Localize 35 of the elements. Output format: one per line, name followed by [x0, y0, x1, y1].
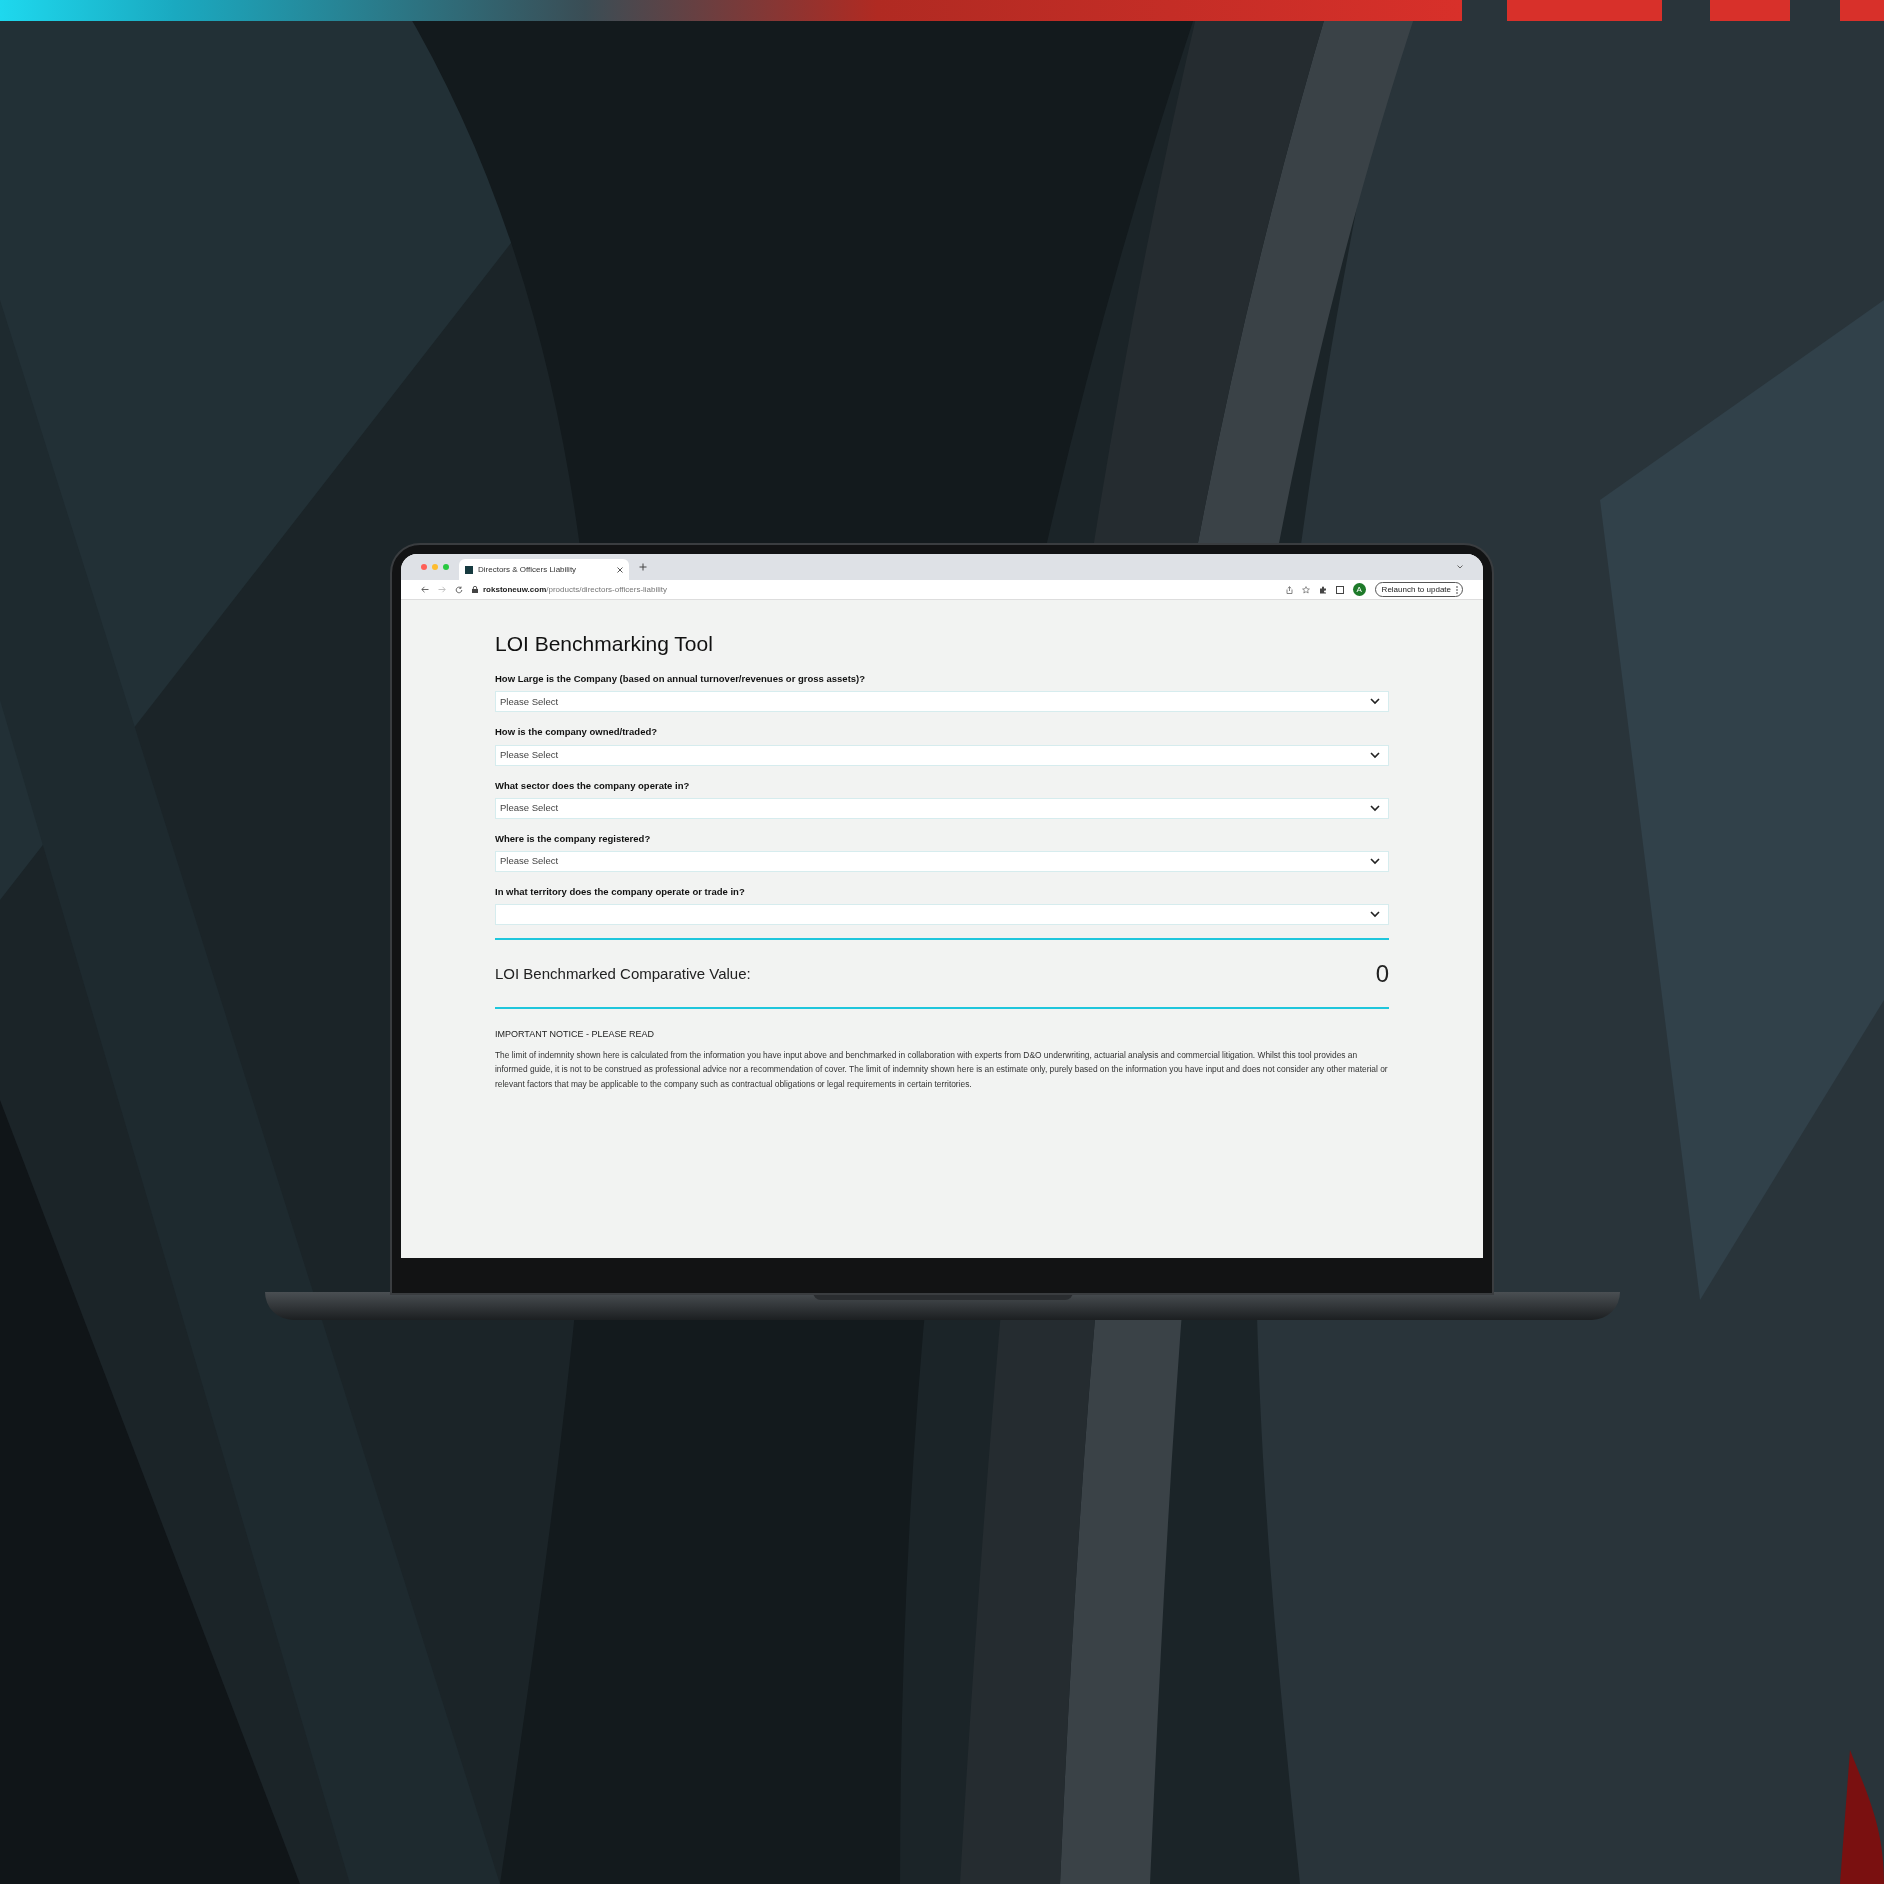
- new-tab-icon[interactable]: [639, 563, 647, 571]
- question-label: How is the company owned/traded?: [495, 725, 659, 740]
- chevron-down-icon: [1370, 911, 1380, 919]
- notice-heading: IMPORTANT NOTICE - PLEASE READ: [495, 1028, 656, 1042]
- chevron-down-icon: [1370, 751, 1380, 759]
- question-label: In what territory does the company operate or trade in?: [495, 885, 746, 899]
- reload-icon[interactable]: [455, 585, 463, 594]
- chevron-down-icon: [1370, 858, 1380, 865]
- select-field[interactable]: Please Select: [495, 691, 1389, 713]
- question-label: Where is the company registered?: [495, 831, 652, 846]
- page-title: LOI Benchmarking Tool: [495, 633, 714, 654]
- chevron-down-icon: [1370, 698, 1380, 706]
- close-window-icon[interactable]: [421, 564, 427, 570]
- star-icon[interactable]: [1301, 585, 1310, 594]
- profile-avatar[interactable]: A: [1352, 583, 1366, 596]
- select-field[interactable]: Please Select: [495, 797, 1389, 819]
- browser-tab[interactable]: Directors & Officers Liability: [459, 559, 629, 580]
- question-label: What sector does the company operate in?: [495, 778, 691, 793]
- chevron-down-icon: [1370, 804, 1380, 812]
- share-icon[interactable]: [1285, 585, 1293, 594]
- select-field[interactable]: Please Select: [495, 744, 1389, 766]
- side-panel-icon[interactable]: [1335, 585, 1344, 594]
- notice-text: The limit of indemnity shown here is calculated from the information you have input above and benchmarked in collaboration with experts from D&O underwriting, actuarial analysis and commercial litigation. Whilst this tool provides an informed guide, it is not to be construed as professional advice nor a recommendation of cover. The limit of indemnity shown here is an estimate only, purely based on the information you have input and does not consider any other material or relevant factors that may be applicable to the company such as contractual obligations or legal requirements in certain territories.: [495, 1048, 1389, 1091]
- back-icon[interactable]: [421, 586, 429, 593]
- favicon-icon: [465, 565, 473, 574]
- question-label: How Large is the Company (based on annual turnover/revenues or gross assets)?: [495, 672, 867, 686]
- puzzle-icon[interactable]: [1318, 585, 1327, 594]
- result-label: LOI Benchmarked Comparative Value:: [495, 963, 751, 984]
- select-field[interactable]: [495, 904, 1389, 926]
- lock-icon: [472, 586, 478, 593]
- close-tab-icon[interactable]: [617, 566, 623, 573]
- result-value: 0: [1375, 958, 1389, 989]
- url-field[interactable]: rokstoneuw.com/products/directors-officers-liability: [472, 583, 1277, 596]
- select-field[interactable]: Please Select: [495, 851, 1389, 872]
- tab-list-icon[interactable]: [1457, 565, 1463, 569]
